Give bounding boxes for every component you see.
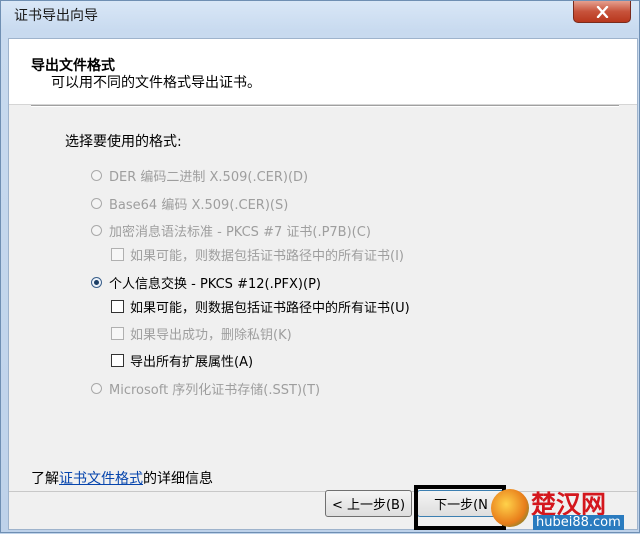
checkbox-export-extended-properties-box[interactable] bbox=[111, 354, 124, 367]
checkbox-delete-private-key[interactable]: 如果导出成功，删除私钥(K) bbox=[111, 324, 292, 343]
radio-selected-dot bbox=[94, 280, 99, 285]
checkbox-pkcs7-include-path[interactable]: 如果可能，则数据包括证书路径中的所有证书(I) bbox=[111, 245, 404, 264]
radio-base64-label: Base64 编码 X.509(.CER)(S) bbox=[109, 198, 289, 213]
header-divider bbox=[31, 105, 619, 107]
radio-sst-format[interactable]: Microsoft 序列化证书存储(.SST)(T) bbox=[91, 379, 320, 398]
site-watermark: 楚汉网 hubei88.com bbox=[481, 483, 640, 534]
watermark-url: hubei88.com bbox=[533, 515, 624, 530]
radio-der-format[interactable]: DER 编码二进制 X.509(.CER)(D) bbox=[91, 166, 308, 185]
wizard-body: 导出文件格式 可以用不同的文件格式导出证书。 选择要使用的格式: DER 编码二… bbox=[8, 38, 638, 530]
radio-pkcs7-label: 加密消息语法标准 - PKCS #7 证书(.P7B)(C) bbox=[109, 225, 371, 240]
checkbox-delete-private-key-box[interactable] bbox=[111, 327, 124, 340]
close-button[interactable] bbox=[573, 1, 631, 23]
checkbox-pkcs12-include-path-label: 如果可能，则数据包括证书路径中的所有证书(U) bbox=[130, 301, 410, 316]
checkbox-delete-private-key-label: 如果导出成功，删除私钥(K) bbox=[130, 328, 292, 343]
radio-base64-format[interactable]: Base64 编码 X.509(.CER)(S) bbox=[91, 194, 288, 213]
radio-pkcs12-label: 个人信息交换 - PKCS #12(.PFX)(P) bbox=[109, 277, 321, 292]
format-group-label: 选择要使用的格式: bbox=[65, 134, 182, 150]
checkbox-export-extended-properties-label: 导出所有扩展属性(A) bbox=[130, 355, 254, 370]
back-button[interactable]: < 上一步(B) bbox=[325, 490, 412, 517]
checkbox-pkcs12-include-path[interactable]: 如果可能，则数据包括证书路径中的所有证书(U) bbox=[111, 297, 410, 316]
window-title: 证书导出向导 bbox=[14, 8, 98, 24]
radio-base64-circle[interactable] bbox=[91, 198, 102, 209]
radio-der-circle[interactable] bbox=[91, 170, 102, 181]
checkbox-pkcs7-include-path-box[interactable] bbox=[111, 248, 124, 261]
checkbox-pkcs12-include-path-box[interactable] bbox=[111, 300, 124, 313]
learn-more-prefix: 了解 bbox=[31, 471, 59, 487]
radio-pkcs7-circle[interactable] bbox=[91, 225, 102, 236]
checkbox-export-extended-properties[interactable]: 导出所有扩展属性(A) bbox=[111, 351, 253, 370]
certificate-export-wizard-window: 证书导出向导 导出文件格式 可以用不同的文件格式导出证书。 选择要使用的格式: … bbox=[0, 0, 640, 533]
radio-pkcs12-circle[interactable] bbox=[91, 277, 102, 288]
radio-pkcs12-format[interactable]: 个人信息交换 - PKCS #12(.PFX)(P) bbox=[91, 273, 321, 292]
radio-sst-label: Microsoft 序列化证书存储(.SST)(T) bbox=[109, 383, 321, 398]
close-icon bbox=[596, 5, 608, 18]
watermark-logo-icon bbox=[491, 489, 529, 527]
certificate-file-formats-link[interactable]: 证书文件格式 bbox=[59, 471, 143, 487]
learn-more-suffix: 的详细信息 bbox=[143, 471, 213, 487]
radio-pkcs7-format[interactable]: 加密消息语法标准 - PKCS #7 证书(.P7B)(C) bbox=[91, 221, 371, 240]
radio-der-label: DER 编码二进制 X.509(.CER)(D) bbox=[109, 170, 309, 185]
title-bar[interactable]: 证书导出向导 bbox=[1, 1, 639, 31]
wizard-header: 导出文件格式 可以用不同的文件格式导出证书。 bbox=[9, 39, 637, 105]
page-subtitle: 可以用不同的文件格式导出证书。 bbox=[51, 75, 261, 91]
checkbox-pkcs7-include-path-label: 如果可能，则数据包括证书路径中的所有证书(I) bbox=[130, 249, 404, 264]
radio-sst-circle[interactable] bbox=[91, 383, 102, 394]
learn-more-line: 了解证书文件格式的详细信息 bbox=[31, 468, 213, 488]
